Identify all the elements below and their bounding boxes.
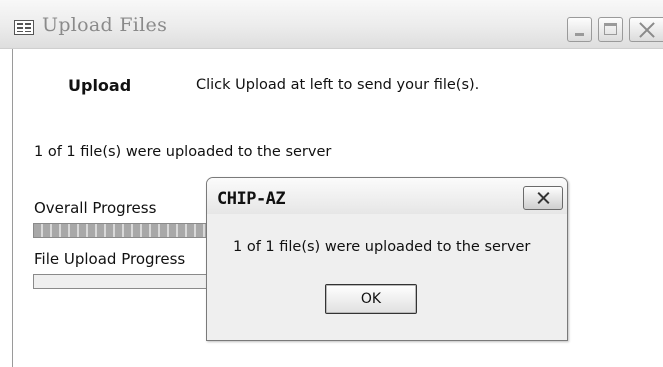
file-upload-progress-label: File Upload Progress: [34, 250, 186, 268]
dialog-body: 1 of 1 file(s) were uploaded to the serv…: [207, 214, 567, 340]
maximize-button[interactable]: [598, 17, 623, 42]
message-dialog: CHIP-AZ 1 of 1 file(s) were uploaded to …: [206, 177, 568, 341]
upload-instructions: Click Upload at left to send your file(s…: [196, 77, 480, 93]
ok-button[interactable]: OK: [325, 284, 417, 314]
upload-button[interactable]: Upload: [68, 76, 131, 95]
minimize-button[interactable]: [567, 17, 592, 42]
form-window-icon: [14, 20, 34, 35]
dialog-message: 1 of 1 file(s) were uploaded to the serv…: [233, 239, 531, 255]
dialog-close-button[interactable]: [523, 186, 563, 210]
overall-progress-label: Overall Progress: [34, 199, 157, 217]
close-window-button[interactable]: [629, 17, 663, 42]
overall-progress-fill: [34, 224, 208, 237]
dialog-title: CHIP-AZ: [217, 189, 286, 209]
dialog-titlebar[interactable]: CHIP-AZ: [207, 178, 567, 214]
overall-progress-bar: [33, 223, 209, 238]
window-titlebar[interactable]: Upload Files: [0, 0, 663, 49]
file-upload-progress-bar: [33, 274, 209, 289]
upload-status-text: 1 of 1 file(s) were uploaded to the serv…: [34, 144, 332, 160]
window-title: Upload Files: [42, 14, 168, 36]
